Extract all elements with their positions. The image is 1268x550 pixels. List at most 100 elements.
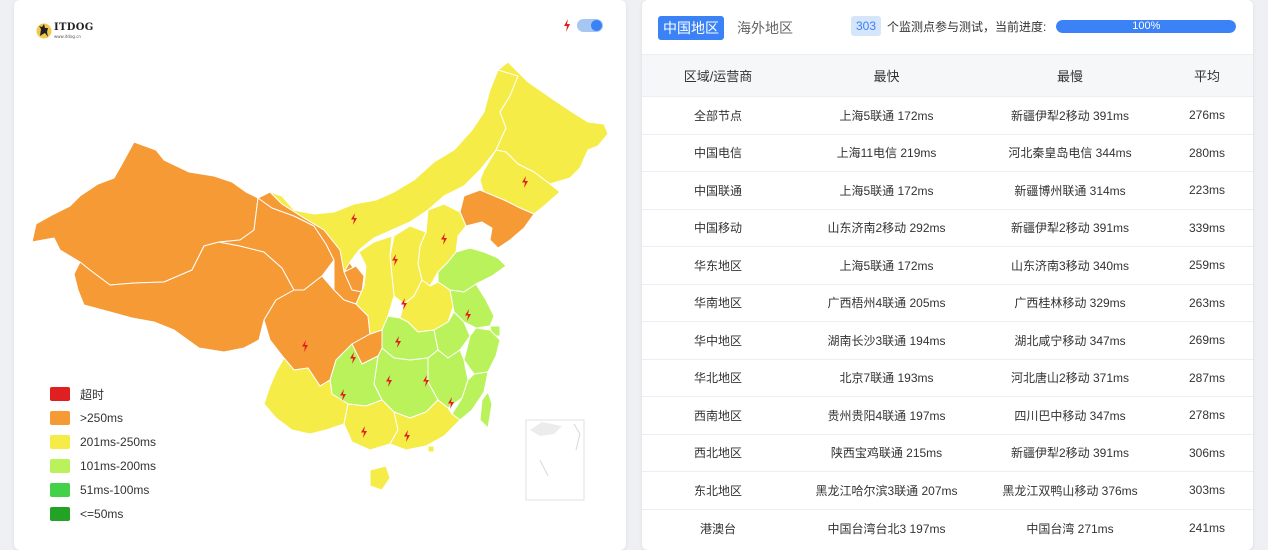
- fastest-cell: 山东济南2移动 292ms: [794, 209, 979, 247]
- fastest-cell: 黑龙江哈尔滨3联通 207ms: [794, 471, 979, 510]
- region-tabs: 中国地区 海外地区: [658, 16, 798, 40]
- average-cell: 278ms: [1161, 396, 1253, 435]
- slowest-cell: 山东济南3移动 340ms: [979, 246, 1161, 285]
- progress-bar: 100%: [1056, 19, 1237, 33]
- legend-label: >250ms: [80, 411, 124, 425]
- node-count-badge: 303: [851, 16, 882, 36]
- average-cell: 306ms: [1161, 434, 1253, 472]
- average-cell: 276ms: [1161, 96, 1253, 135]
- toggle-knob: [591, 20, 602, 31]
- average-cell: 263ms: [1161, 284, 1253, 322]
- region-cell: 中国联通: [642, 171, 794, 210]
- average-cell: 269ms: [1161, 321, 1253, 360]
- fastest-cell: 北京7联通 193ms: [794, 359, 979, 397]
- table-body: 全部节点 上海5联通 172ms 新疆伊犁2移动 391ms 276ms 中国电信 上海1…: [642, 96, 1253, 547]
- fastest-cell: 中国台湾台北3 197ms: [827, 521, 946, 536]
- average-cell: 287ms: [1161, 359, 1253, 397]
- legend-label: 201ms-250ms: [80, 435, 157, 449]
- average-cell: 259ms: [1161, 246, 1253, 285]
- table-row[interactable]: 华北地区 北京7联通 193ms 河北唐山2移动 371ms 287ms: [642, 359, 1253, 397]
- slowest-cell: 河北秦皇岛电信 344ms: [979, 134, 1161, 172]
- average-cell: 280ms: [1161, 134, 1253, 172]
- region-taiwan[interactable]: [479, 391, 493, 429]
- region-cell: 华北地区: [642, 359, 794, 397]
- table-row[interactable]: 华南地区 广西梧州4联通 205ms 广西桂林移动 329ms 263ms: [642, 284, 1253, 322]
- legend-item[interactable]: <=50ms: [50, 502, 156, 526]
- legend-item[interactable]: 51ms-100ms: [50, 478, 156, 502]
- region-hongkong[interactable]: [427, 445, 435, 453]
- legend-swatch: [50, 507, 70, 521]
- legend-label: <=50ms: [80, 507, 124, 521]
- slowest-cell: 新疆伊犁2移动 391ms: [979, 96, 1161, 135]
- column-header-average[interactable]: 平均: [1161, 54, 1253, 97]
- region-cell: 中国移动: [642, 209, 794, 247]
- fastest-cell: 上海5联通 172ms: [794, 246, 979, 285]
- region-cell: 华中地区: [642, 321, 794, 360]
- column-header-slowest[interactable]: 最慢: [979, 54, 1161, 97]
- table-row[interactable]: 中国联通 上海5联通 172ms 新疆博州联通 314ms 223ms: [642, 171, 1253, 210]
- results-card: 中国地区 海外地区 303 个监测点参与测试，当前进度: 100% 区域/运营商…: [642, 0, 1253, 550]
- legend-swatch: [50, 483, 70, 497]
- slowest-cell: 四川巴中移动 347ms: [979, 396, 1161, 435]
- tab-overseas[interactable]: 海外地区: [732, 16, 798, 40]
- table-row[interactable]: 西南地区 贵州贵阳4联通 197ms 四川巴中移动 347ms 278ms: [642, 396, 1253, 435]
- slowest-cell: 新疆伊犁2移动 391ms: [979, 209, 1161, 247]
- legend-item[interactable]: >250ms: [50, 406, 156, 430]
- region-cell: 华南地区: [642, 284, 794, 322]
- table-row[interactable]: 华中地区 湖南长沙3联通 194ms 湖北咸宁移动 347ms 269ms: [642, 321, 1253, 360]
- table-row[interactable]: 中国移动 山东济南2移动 292ms 新疆伊犁2移动 391ms 339ms: [642, 209, 1253, 247]
- slowest-cell: 新疆博州联通 314ms: [979, 171, 1161, 210]
- table-row[interactable]: 东北地区 黑龙江哈尔滨3联通 207ms 黑龙江双鸭山移动 376ms 303ms: [642, 471, 1253, 510]
- region-cell: 西北地区: [642, 434, 794, 472]
- average-cell: 303ms: [1161, 471, 1253, 510]
- progress-text: 个监测点参与测试，当前进度:: [887, 19, 1047, 34]
- region-cell: 中国电信: [642, 134, 794, 172]
- slowest-cell: 广西桂林移动 329ms: [979, 284, 1161, 322]
- lightning-toggle[interactable]: [577, 19, 603, 32]
- progress-percent: 100%: [1132, 19, 1161, 32]
- legend-item[interactable]: 超时: [50, 382, 156, 406]
- region-cell: 华东地区: [642, 246, 794, 285]
- table-header-row: 区域/运营商 最快 最慢 平均: [642, 54, 1253, 97]
- legend-item[interactable]: 201ms-250ms: [50, 430, 156, 454]
- legend-label: 101ms-200ms: [80, 459, 157, 473]
- south-china-sea-inset: [525, 419, 585, 501]
- legend-item[interactable]: 101ms-200ms: [50, 454, 156, 478]
- table-row[interactable]: 全部节点 上海5联通 172ms 新疆伊犁2移动 391ms 276ms: [642, 96, 1253, 135]
- tab-china[interactable]: 中国地区: [658, 16, 724, 40]
- table-row[interactable]: 华东地区 上海5联通 172ms 山东济南3移动 340ms 259ms: [642, 246, 1253, 285]
- region-cell: 西南地区: [642, 396, 794, 435]
- fastest-cell: 上海5联通 172ms: [794, 96, 979, 135]
- fastest-cell: 上海5联通 172ms: [794, 171, 979, 210]
- slowest-cell: 河北唐山2移动 371ms: [979, 359, 1161, 397]
- logo-subtext: www.itdog.cn: [54, 34, 81, 39]
- column-header-fastest[interactable]: 最快: [794, 54, 979, 97]
- results-table: 区域/运营商 最快 最慢 平均 全部节点 上海5联通 172ms 新疆伊犁2移动 3…: [642, 54, 1253, 547]
- map-card: ITDOG www.itdog.cn 超时 >250ms 201ms-250ms…: [14, 0, 626, 550]
- lightning-icon: [564, 19, 570, 32]
- region-cell: 东北地区: [642, 471, 794, 510]
- legend-swatch: [50, 411, 70, 425]
- legend-swatch: [50, 459, 70, 473]
- table-row[interactable]: 中国电信 上海11电信 219ms 河北秦皇岛电信 344ms 280ms: [642, 134, 1253, 172]
- region-cell: 港澳台: [699, 521, 736, 536]
- fastest-cell: 湖南长沙3联通 194ms: [794, 321, 979, 360]
- table-row[interactable]: 港澳台 中国台湾台北3 197ms 中国台湾 271ms 241ms: [642, 509, 1253, 547]
- dog-logo-icon: [36, 23, 52, 39]
- region-cell: 全部节点: [642, 96, 794, 135]
- table-row[interactable]: 西北地区 陕西宝鸡联通 215ms 新疆伊犁2移动 391ms 306ms: [642, 434, 1253, 472]
- logo: ITDOG www.itdog.cn: [36, 20, 94, 40]
- legend-label: 超时: [80, 387, 105, 402]
- fastest-cell: 贵州贵阳4联通 197ms: [794, 396, 979, 435]
- average-cell: 223ms: [1161, 171, 1253, 210]
- slowest-cell: 新疆伊犁2移动 391ms: [979, 434, 1161, 472]
- region-hainan[interactable]: [369, 465, 391, 491]
- legend-swatch: [50, 387, 70, 401]
- legend-swatch: [50, 435, 70, 449]
- average-cell: 241ms: [1188, 521, 1226, 535]
- region-guangxi[interactable]: [343, 399, 399, 451]
- slowest-cell: 中国台湾 271ms: [1026, 521, 1114, 536]
- progress-section: 303 个监测点参与测试，当前进度: 100%: [851, 16, 1237, 36]
- fastest-cell: 广西梧州4联通 205ms: [794, 284, 979, 322]
- column-header-region[interactable]: 区域/运营商: [642, 54, 794, 97]
